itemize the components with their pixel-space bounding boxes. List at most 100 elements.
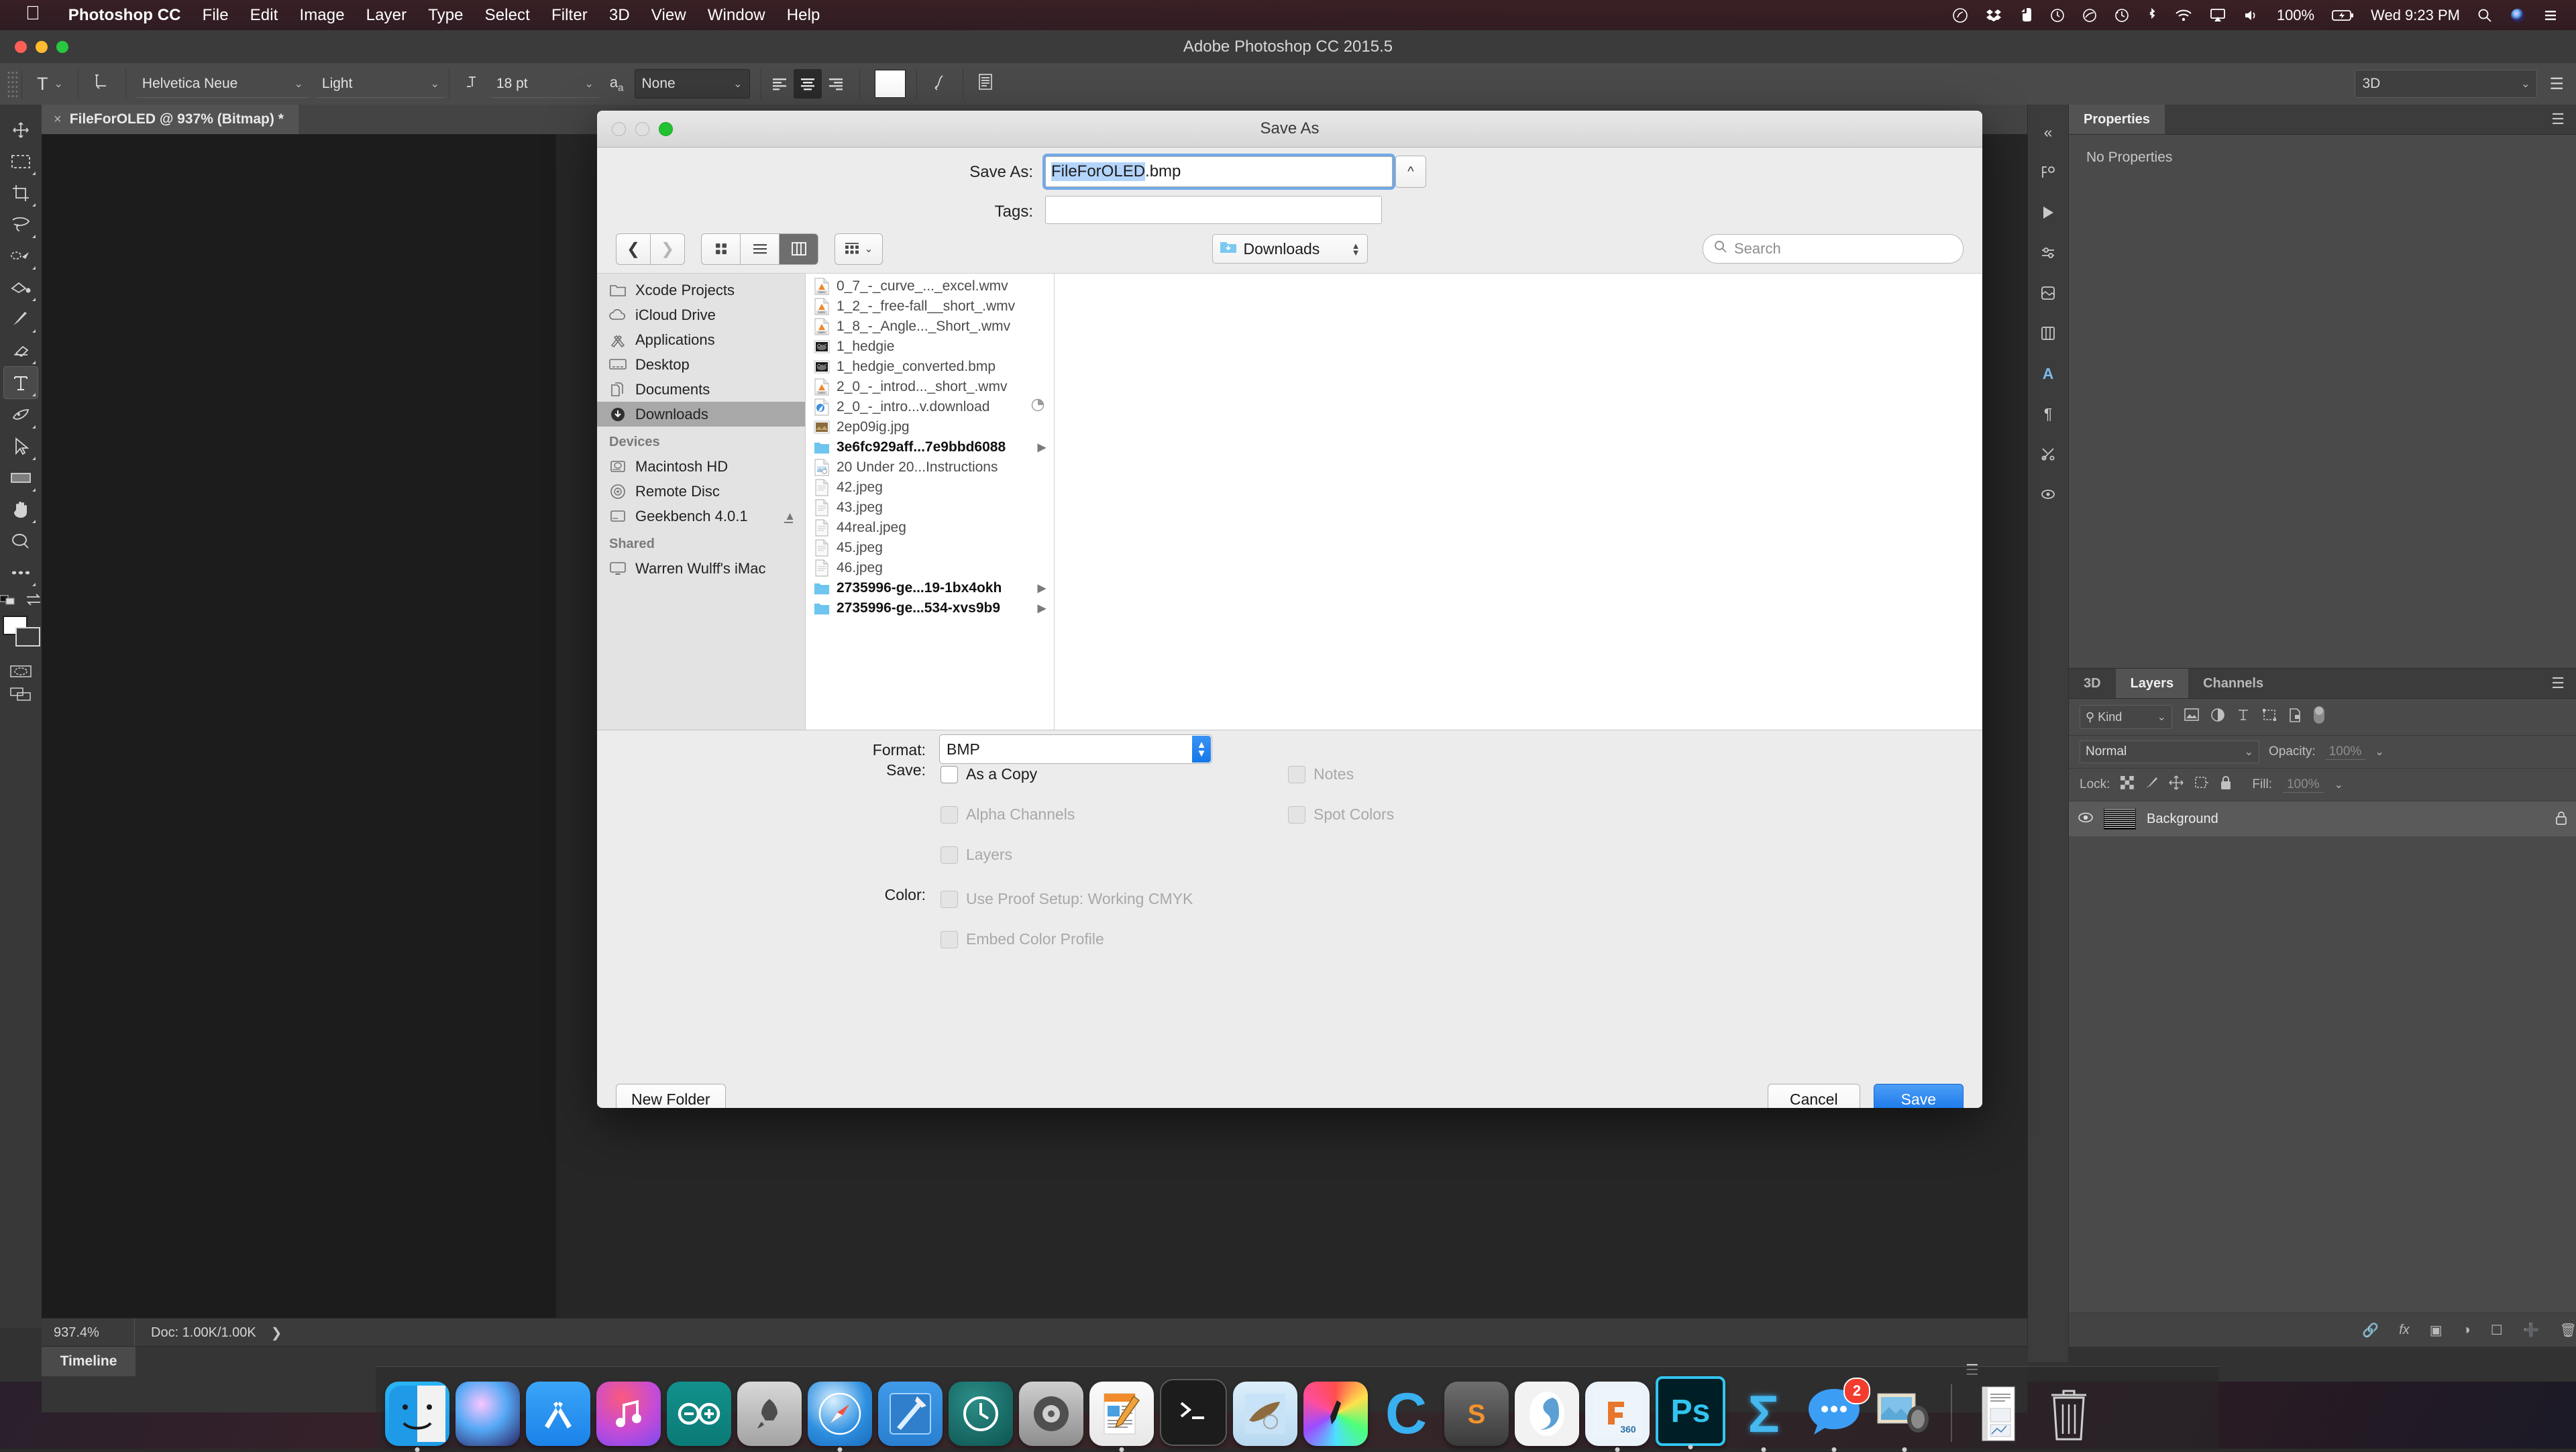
- menu-select[interactable]: Select: [474, 6, 541, 25]
- save-button[interactable]: Save: [1874, 1084, 1964, 1108]
- styles-panel-icon[interactable]: [2034, 282, 2062, 304]
- chevron-right-icon[interactable]: ▶: [1038, 581, 1046, 595]
- sidebar-item-xcode-projects[interactable]: Xcode Projects: [597, 278, 805, 302]
- menu-edit[interactable]: Edit: [239, 6, 289, 25]
- type-filter-icon[interactable]: [2237, 708, 2250, 726]
- dock-item-app-store[interactable]: [526, 1382, 590, 1446]
- file-list-item[interactable]: WMV1_8_-_Angle..._Short_.wmv: [806, 317, 1054, 337]
- dock-item-itunes[interactable]: [596, 1382, 661, 1446]
- chevron-right-icon[interactable]: ❯: [271, 1325, 282, 1341]
- dock-item-arduino[interactable]: [667, 1382, 731, 1446]
- text-color-swatch[interactable]: [875, 70, 906, 98]
- sidebar-item-macintosh-hd[interactable]: Macintosh HD: [597, 454, 805, 479]
- move-tool[interactable]: [4, 114, 38, 146]
- align-right-button[interactable]: [822, 69, 850, 99]
- wifi-icon[interactable]: [2166, 0, 2201, 30]
- layer-filter-kind-select[interactable]: ⚲ Kind ⌄: [2080, 705, 2172, 729]
- libraries-panel-icon[interactable]: [2034, 322, 2062, 345]
- status-zoom-level[interactable]: 937.4%: [42, 1325, 134, 1341]
- file-list-item[interactable]: 1_hedgie_converted.bmp: [806, 357, 1054, 377]
- adjustment-layer-icon[interactable]: ◑: [2463, 1323, 2471, 1338]
- file-list-column[interactable]: WMV0_7_-_curve_..._excel.wmvWMV1_2_-_fre…: [806, 274, 1055, 730]
- align-center-button[interactable]: [794, 69, 822, 99]
- column-view-button[interactable]: [780, 233, 818, 265]
- dock-item-siri[interactable]: [455, 1382, 520, 1446]
- battery-charging-icon[interactable]: [2323, 0, 2362, 30]
- dock-item-system-preferences[interactable]: [1019, 1382, 1083, 1446]
- dock-item-mathematica[interactable]: Σ: [1731, 1382, 1796, 1446]
- dock-item-finder[interactable]: [385, 1382, 449, 1446]
- checkbox-as-a-copy[interactable]: As a Copy: [941, 765, 1037, 783]
- smartobject-filter-icon[interactable]: [2289, 708, 2301, 726]
- history-panel-icon[interactable]: [2034, 483, 2062, 506]
- chevron-down-icon[interactable]: ⌄: [2375, 745, 2383, 759]
- tab-3d[interactable]: 3D: [2069, 669, 2116, 698]
- collapse-dialog-button[interactable]: ^: [1395, 156, 1426, 188]
- link-layers-icon[interactable]: 🔗: [2362, 1322, 2379, 1339]
- sidebar-item-desktop[interactable]: Desktop: [597, 352, 805, 377]
- screen-mode-toggle[interactable]: [4, 683, 38, 706]
- menu-image[interactable]: Image: [288, 6, 355, 25]
- character-panel-icon[interactable]: A: [2034, 362, 2062, 385]
- menu-view[interactable]: View: [641, 6, 697, 25]
- panel-menu-icon[interactable]: ☰: [2551, 105, 2576, 134]
- lasso-tool[interactable]: [4, 209, 38, 240]
- crop-tool[interactable]: [4, 177, 38, 209]
- chevron-down-icon[interactable]: ⌄: [2334, 778, 2343, 791]
- menu-filter[interactable]: Filter: [541, 6, 598, 25]
- lock-position-icon[interactable]: [2169, 775, 2184, 794]
- quick-mask-toggle[interactable]: [4, 660, 38, 683]
- shape-tool[interactable]: [4, 462, 38, 494]
- type-tool-indicator[interactable]: T ⌄: [26, 74, 74, 95]
- align-left-button[interactable]: [765, 69, 794, 99]
- checkbox-box[interactable]: [941, 766, 958, 783]
- tab-layers[interactable]: Layers: [2116, 669, 2189, 698]
- image-filter-icon[interactable]: [2184, 708, 2199, 726]
- menu-file[interactable]: File: [192, 6, 239, 25]
- type-tool[interactable]: [3, 366, 38, 399]
- close-icon[interactable]: ×: [54, 112, 62, 127]
- sidebar-item-downloads[interactable]: Downloads: [597, 402, 805, 427]
- file-list-item[interactable]: 44real.jpeg: [806, 518, 1054, 538]
- chevron-right-icon[interactable]: ▶: [1038, 441, 1046, 454]
- forward-button[interactable]: ❯: [651, 233, 685, 265]
- file-list-item[interactable]: WMV2_0_-_introd..._short_.wmv: [806, 377, 1054, 397]
- menu-photoshop-cc[interactable]: Photoshop CC: [58, 6, 192, 25]
- file-list-item[interactable]: 45.jpeg: [806, 538, 1054, 558]
- paragraph-panel-icon[interactable]: ¶: [2034, 402, 2062, 425]
- swap-colors-icon[interactable]: [25, 594, 42, 609]
- menubar-clock[interactable]: Wed 9:23 PM: [2362, 0, 2469, 30]
- foreground-background-colors[interactable]: [3, 616, 39, 652]
- shape-filter-icon[interactable]: [2262, 708, 2277, 726]
- cancel-button[interactable]: Cancel: [1768, 1084, 1860, 1108]
- file-list-item[interactable]: WMV1_2_-_free-fall__short_.wmv: [806, 296, 1054, 317]
- menu-help[interactable]: Help: [776, 6, 831, 25]
- font-family-select[interactable]: Helvetica Neue ⌄: [137, 70, 309, 98]
- file-list-item[interactable]: 46.jpeg: [806, 558, 1054, 578]
- hand-tool[interactable]: [4, 494, 38, 525]
- font-size-select[interactable]: 18 pt ⌄: [491, 70, 599, 98]
- chevron-right-icon[interactable]: ▶: [1038, 602, 1046, 615]
- filename-input[interactable]: FileForOLED.bmp: [1045, 156, 1393, 187]
- dock-item-terminal[interactable]: [1160, 1379, 1227, 1446]
- file-list-item[interactable]: 42.jpeg: [806, 478, 1054, 498]
- dock-item-xcode[interactable]: [878, 1382, 943, 1446]
- bluetooth-icon[interactable]: [2138, 0, 2166, 30]
- adjustments-panel-icon[interactable]: [2034, 241, 2062, 264]
- dock-item-launchpad[interactable]: [737, 1382, 802, 1446]
- notification-center-icon[interactable]: [2534, 0, 2567, 30]
- dock-item-document-stack[interactable]: [1966, 1382, 2031, 1446]
- arrange-by-button[interactable]: ⌄: [835, 233, 883, 265]
- more-tools[interactable]: [4, 557, 38, 588]
- menu-window[interactable]: Window: [697, 6, 776, 25]
- brush-tool[interactable]: [4, 303, 38, 335]
- workspace-menu-icon[interactable]: ☰: [2549, 74, 2564, 94]
- dock-item-mail[interactable]: [1233, 1382, 1297, 1446]
- layer-visibility-icon[interactable]: [2078, 812, 2093, 826]
- layer-thumbnail[interactable]: [2104, 808, 2136, 830]
- canvas-document[interactable]: [42, 134, 556, 1318]
- font-style-select[interactable]: Light ⌄: [317, 70, 445, 98]
- file-list-item[interactable]: 43.jpeg: [806, 498, 1054, 518]
- eraser-tool[interactable]: [4, 335, 38, 366]
- text-orientation-button[interactable]: [83, 73, 121, 95]
